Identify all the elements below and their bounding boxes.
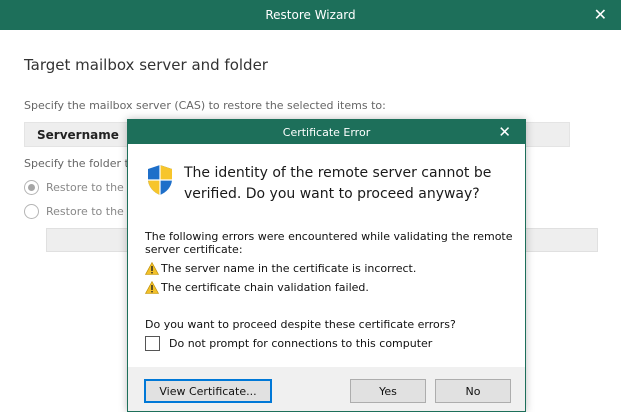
section-title: Target mailbox server and folder [24, 56, 268, 74]
radio-restore-original[interactable]: Restore to the o [24, 180, 134, 195]
warning-icon [145, 262, 159, 275]
error-item: The server name in the certificate is in… [145, 262, 416, 275]
radio-label: Restore to the o [46, 181, 135, 194]
uac-shield-icon [148, 165, 172, 195]
folder-label: Specify the folder to [24, 157, 136, 170]
do-not-prompt-option[interactable]: Do not prompt for connections to this co… [145, 336, 432, 351]
cas-label: Specify the mailbox server (CAS) to rest… [24, 99, 386, 112]
wizard-titlebar: Restore Wizard ✕ [0, 0, 621, 30]
dialog-titlebar: Certificate Error ✕ [128, 120, 525, 144]
dialog-title: Certificate Error [282, 125, 371, 139]
radio-button-selected[interactable] [24, 180, 39, 195]
checkbox-label: Do not prompt for connections to this co… [169, 337, 433, 350]
radio-restore-folder[interactable]: Restore to the f [24, 204, 131, 219]
view-certificate-button[interactable]: View Certificate... [144, 379, 272, 403]
do-not-prompt-checkbox[interactable] [145, 336, 160, 351]
radio-label: Restore to the f [46, 205, 132, 218]
error-text: The server name in the certificate is in… [161, 262, 417, 275]
main-message: The identity of the remote server cannot… [184, 165, 492, 202]
error-item: The certificate chain validation failed. [145, 281, 369, 294]
dialog-close-icon[interactable]: ✕ [498, 122, 511, 142]
error-text: The certificate chain validation failed. [161, 281, 369, 294]
yes-button[interactable]: Yes [350, 379, 426, 403]
certificate-error-dialog: Certificate Error ✕ The identity of the … [127, 119, 526, 412]
wizard-title: Restore Wizard [265, 8, 356, 22]
proceed-question: Do you want to proceed despite these cer… [145, 318, 456, 331]
radio-button[interactable] [24, 204, 39, 219]
errors-intro: The following errors were encountered wh… [145, 230, 513, 256]
no-button[interactable]: No [435, 379, 511, 403]
wizard-close-icon[interactable]: ✕ [594, 5, 607, 25]
warning-icon [145, 281, 159, 294]
